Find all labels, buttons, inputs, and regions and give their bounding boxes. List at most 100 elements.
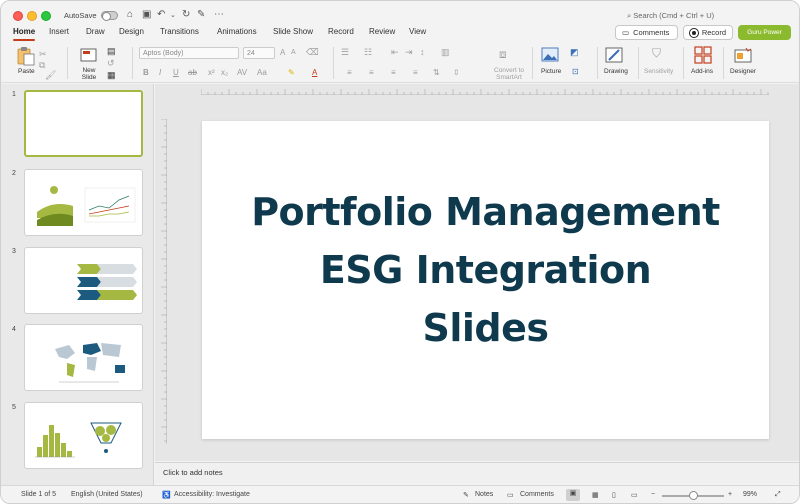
slide-thumbnail-1[interactable] xyxy=(24,90,143,157)
ribbon-divider xyxy=(683,47,684,79)
highlight-icon[interactable]: ✎ xyxy=(288,68,295,77)
slide-thumbnail-4[interactable] xyxy=(24,324,143,391)
sensitivity-icon[interactable]: ⛉ xyxy=(652,46,661,61)
clear-format-icon[interactable]: ⌫ xyxy=(306,47,319,58)
text-direction-icon[interactable]: ⇅ xyxy=(433,68,440,77)
undo-dropdown-icon[interactable]: ⌄ xyxy=(170,11,176,19)
undo-icon[interactable]: ↶ xyxy=(157,9,165,20)
tab-view[interactable]: View xyxy=(409,27,426,36)
slide-title-line-3: Slides xyxy=(422,306,549,350)
tab-draw[interactable]: Draw xyxy=(86,27,105,36)
section-icon[interactable]: ▦ xyxy=(107,70,116,81)
new-slide-icon[interactable] xyxy=(79,46,99,64)
current-slide[interactable]: Portfolio Management ESG Integration Sli… xyxy=(202,121,769,439)
bullets-icon[interactable]: ☰ xyxy=(341,47,349,58)
subscript-icon[interactable]: x₂ xyxy=(221,68,228,77)
language-status[interactable]: English (United States) xyxy=(71,491,143,498)
slide-thumbnail-2[interactable] xyxy=(24,169,143,236)
drawing-icon[interactable] xyxy=(605,46,625,64)
notes-icon[interactable]: ✎ xyxy=(463,491,469,499)
zoom-level[interactable]: 99% xyxy=(743,491,757,498)
decrease-font-icon[interactable]: A xyxy=(291,49,296,56)
slide-title[interactable]: Portfolio Management ESG Integration Sli… xyxy=(202,183,769,357)
accessibility-status[interactable]: Accessibility: Investigate xyxy=(174,491,250,498)
home-icon[interactable]: ⌂ xyxy=(127,9,133,20)
tab-design[interactable]: Design xyxy=(119,27,144,36)
reset-icon[interactable]: ↺ xyxy=(107,58,115,69)
redo-icon[interactable]: ↻ xyxy=(182,9,190,20)
guru-power-button[interactable]: Guru Power xyxy=(738,25,791,40)
customize-icon[interactable]: ✎ xyxy=(197,9,205,20)
tab-home[interactable]: Home xyxy=(13,27,36,41)
numbering-icon[interactable]: ☷ xyxy=(364,47,372,58)
search-field[interactable]: ⌕ Search (Cmd + Ctrl + U) xyxy=(627,11,714,21)
increase-font-icon[interactable]: A xyxy=(280,48,285,57)
minimize-window-button[interactable] xyxy=(27,11,37,21)
underline-icon[interactable]: U xyxy=(173,68,179,77)
slide-thumbnail-3[interactable] xyxy=(24,247,143,314)
addins-icon[interactable] xyxy=(694,46,712,64)
record-label: Record xyxy=(701,28,726,37)
ribbon-divider xyxy=(638,47,639,79)
font-size-field[interactable]: 24 xyxy=(243,47,275,59)
smartart-icon[interactable]: ⧈ xyxy=(499,47,507,62)
justify-icon[interactable]: ≡ xyxy=(413,68,418,77)
tab-review[interactable]: Review xyxy=(369,27,395,36)
shapes-icon[interactable]: ◩ xyxy=(570,47,579,58)
align-text-icon[interactable]: ⇳ xyxy=(453,68,460,77)
cut-icon[interactable]: ✂ xyxy=(39,49,47,60)
autosave-toggle[interactable] xyxy=(101,11,118,21)
font-color-icon[interactable]: A xyxy=(312,68,317,77)
change-case-icon[interactable]: Aa xyxy=(257,68,267,77)
decrease-indent-icon[interactable]: ⇤ xyxy=(391,47,399,58)
align-right-icon[interactable]: ≡ xyxy=(391,68,396,77)
designer-icon[interactable] xyxy=(734,46,754,64)
slideshow-view-icon[interactable]: ▭ xyxy=(631,491,638,499)
fit-to-window-icon[interactable]: ⤢ xyxy=(775,491,781,499)
comments-toggle[interactable]: Comments xyxy=(520,491,554,498)
columns-icon[interactable]: ▥ xyxy=(441,47,450,58)
comments-status-icon[interactable]: ▭ xyxy=(507,491,514,499)
font-name-field[interactable]: Aptos (Body) xyxy=(139,47,239,59)
zoom-slider-handle[interactable] xyxy=(689,491,698,500)
slide-sorter-icon[interactable]: ▦ xyxy=(592,491,599,499)
tab-animations[interactable]: Animations xyxy=(217,27,257,36)
save-icon[interactable]: ▣ xyxy=(142,9,151,20)
tab-insert[interactable]: Insert xyxy=(49,27,69,36)
increase-indent-icon[interactable]: ⇥ xyxy=(405,47,413,58)
line-spacing-icon[interactable]: ↕ xyxy=(420,47,425,57)
comments-button[interactable]: ▭ Comments xyxy=(615,25,678,40)
strikethrough-icon[interactable]: ab xyxy=(188,68,197,77)
slide-thumbnail-5[interactable] xyxy=(24,402,143,469)
horizontal-ruler xyxy=(201,89,769,95)
tab-record[interactable]: Record xyxy=(328,27,354,36)
addins-label: Add-ins xyxy=(691,68,714,75)
italic-icon[interactable]: I xyxy=(159,68,161,77)
notes-pane[interactable]: Click to add notes xyxy=(155,462,799,484)
textbox-icon[interactable]: ⊡ xyxy=(572,67,579,76)
layout-icon[interactable]: ▤ xyxy=(107,46,116,57)
maximize-window-button[interactable] xyxy=(41,11,51,21)
tab-slide-show[interactable]: Slide Show xyxy=(273,27,313,36)
font-size-value: 24 xyxy=(247,50,255,57)
align-left-icon[interactable]: ≡ xyxy=(347,68,352,77)
reading-view-icon[interactable]: ▯ xyxy=(612,491,616,499)
normal-view-icon[interactable]: ▣ xyxy=(566,489,580,501)
notes-toggle[interactable]: Notes xyxy=(475,491,493,498)
comments-label: Comments xyxy=(633,28,670,37)
close-window-button[interactable] xyxy=(13,11,23,21)
format-painter-icon[interactable]: 🖌 xyxy=(45,70,56,81)
zoom-in-icon[interactable]: + xyxy=(728,491,732,498)
tab-transitions[interactable]: Transitions xyxy=(160,27,199,36)
character-spacing-icon[interactable]: AV xyxy=(237,68,247,77)
bold-icon[interactable]: B xyxy=(143,68,149,77)
paste-icon[interactable] xyxy=(15,46,37,66)
accessibility-icon: ♿ xyxy=(162,492,171,499)
picture-icon[interactable] xyxy=(541,47,561,63)
zoom-out-icon[interactable]: − xyxy=(651,491,655,498)
more-icon[interactable]: ⋯ xyxy=(214,9,224,20)
superscript-icon[interactable]: x² xyxy=(208,68,215,77)
menu-tabs: Home Insert Draw Design Transitions Anim… xyxy=(1,25,799,41)
align-center-icon[interactable]: ≡ xyxy=(369,68,374,77)
record-button[interactable]: Record xyxy=(683,25,733,40)
